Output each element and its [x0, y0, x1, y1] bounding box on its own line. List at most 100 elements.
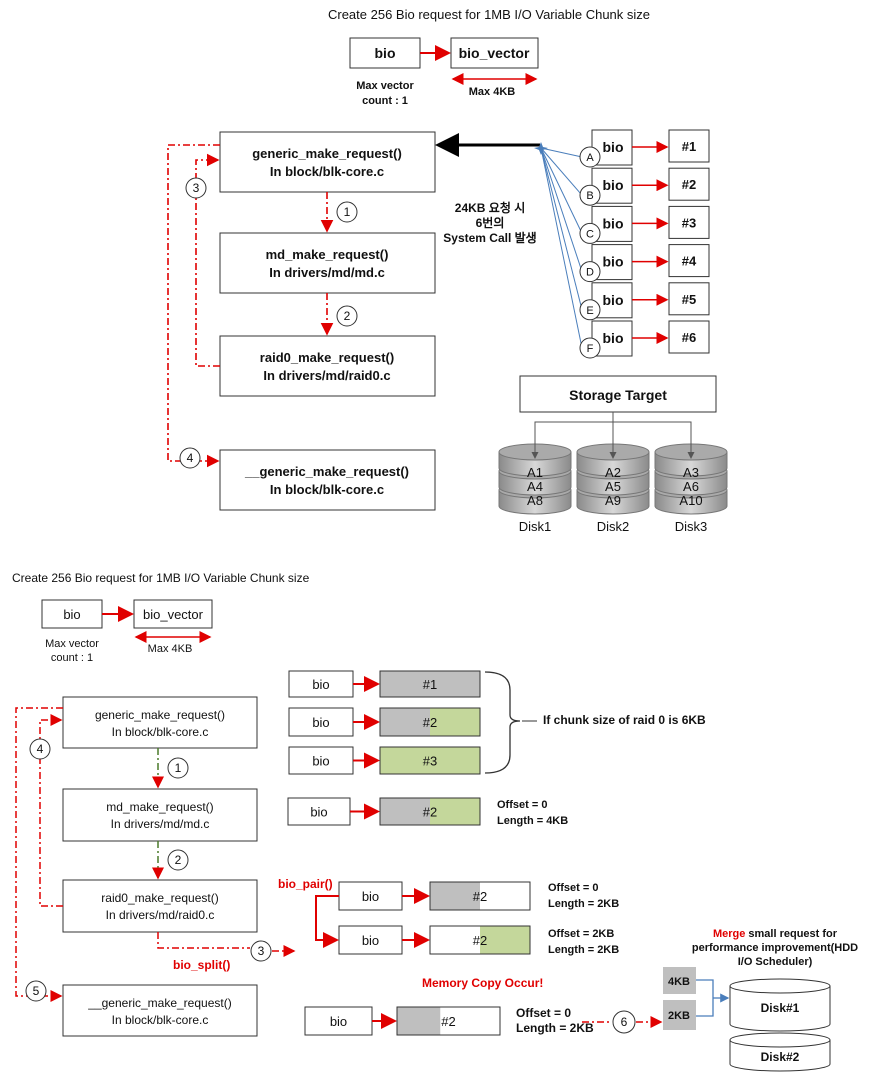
function-boxes: generic_make_request() In block/blk-core…: [62, 696, 258, 1037]
chunk-fill: [397, 1007, 441, 1035]
block-label: A5: [605, 479, 621, 494]
function-name: md_make_request(): [266, 247, 389, 262]
request-list: bio #1 Abio #2 Bbio #3 Cbio #4 Dbio #5 Ebio #6 F: [534, 129, 710, 359]
chunk-fill: [430, 798, 480, 825]
bio-label: bio: [330, 1014, 347, 1029]
svg-text:3: 3: [258, 944, 265, 958]
chunk-label: #2: [423, 715, 437, 730]
link-line: [540, 147, 583, 234]
bio-label: bio: [603, 330, 624, 346]
chunk-label: #2: [473, 933, 487, 948]
request-letter: C: [586, 228, 594, 240]
svg-text:2: 2: [175, 853, 182, 867]
step-markers: 1 2 3 4: [179, 177, 358, 469]
svg-text:4: 4: [187, 451, 194, 465]
diagram: Create 256 Bio request for 1MB I/O Varia…: [12, 7, 858, 1072]
bio-label: bio: [312, 754, 329, 769]
chunk-label: #1: [682, 139, 696, 154]
max-4kb-label: Max 4KB: [469, 86, 516, 98]
memory-copy-note: Memory Copy Occur!: [422, 976, 543, 990]
svg-text:In block/blk-core.c: In block/blk-core.c: [112, 1013, 209, 1027]
chunk-fill: [480, 926, 530, 954]
merge-note: Merge small request for: [713, 928, 838, 940]
bio-label: bio: [312, 677, 329, 692]
bio-label: bio: [603, 254, 624, 270]
svg-text:In drivers/md/raid0.c: In drivers/md/raid0.c: [106, 908, 215, 922]
function-file: In drivers/md/raid0.c: [263, 368, 390, 383]
svg-text:3: 3: [193, 181, 200, 195]
bottom-diagram: Create 256 Bio request for 1MB I/O Varia…: [12, 571, 858, 1072]
svg-text:Disk#1: Disk#1: [761, 1001, 800, 1015]
chunk-label: #2: [441, 1014, 455, 1029]
function-name: generic_make_request(): [252, 146, 402, 161]
max-4kb-label: Max 4KB: [148, 643, 193, 655]
svg-text:In drivers/md/md.c: In drivers/md/md.c: [111, 817, 210, 831]
request-letter: D: [586, 267, 594, 279]
max-vector-label: Max vector: [45, 638, 99, 650]
function-name: __generic_make_request(): [244, 464, 409, 479]
bio-label: bio: [603, 177, 624, 193]
svg-text:1: 1: [344, 205, 351, 219]
function-file: In block/blk-core.c: [270, 164, 384, 179]
svg-text:4: 4: [37, 742, 44, 756]
bio-label: bio: [362, 933, 379, 948]
bio-label: bio: [310, 805, 327, 820]
bottom-title: Create 256 Bio request for 1MB I/O Varia…: [12, 571, 310, 585]
request-letter: A: [586, 152, 594, 164]
svg-text:4KB: 4KB: [668, 976, 690, 988]
svg-text:__generic_make_request(): __generic_make_request(): [87, 996, 231, 1010]
length-text: Length = 2KB: [548, 944, 619, 956]
syscall-note: 6번의: [476, 215, 505, 230]
chunk-label: #2: [473, 889, 487, 904]
svg-text:md_make_request(): md_make_request(): [106, 800, 213, 814]
block-label: A10: [679, 493, 702, 508]
block-label: A8: [527, 493, 543, 508]
syscall-note: System Call 발생: [443, 230, 536, 245]
request-letter: F: [587, 343, 594, 355]
block-label: A3: [683, 465, 699, 480]
chunk-note: If chunk size of raid 0 is 6KB: [543, 713, 706, 727]
offset-text: Offset = 0: [516, 1006, 571, 1020]
bio-label: bio: [63, 607, 80, 622]
length-text: Length = 2KB: [516, 1021, 594, 1035]
bio-label: bio: [375, 45, 396, 61]
block-label: A4: [527, 479, 543, 494]
svg-text:raid0_make_request(): raid0_make_request(): [101, 891, 218, 905]
chunk-label: #5: [682, 292, 696, 307]
offset-text: Offset = 2KB: [548, 928, 614, 940]
max-vector-count: count : 1: [362, 95, 408, 107]
bio-label: bio: [362, 889, 379, 904]
request-letter: E: [586, 305, 593, 317]
disk-label: Disk1: [519, 519, 552, 534]
bio-pair-label: bio_pair(): [278, 877, 333, 891]
chunk-label: #3: [423, 754, 437, 769]
svg-text:Disk#2: Disk#2: [761, 1050, 800, 1064]
bio-label: bio: [603, 292, 624, 308]
chunk-label: #1: [423, 677, 437, 692]
svg-text:5: 5: [33, 984, 40, 998]
top-diagram: Create 256 Bio request for 1MB I/O Varia…: [167, 7, 728, 534]
chunk-fill: [430, 708, 480, 736]
disk-2: Disk#2: [729, 1032, 831, 1072]
chunk-label: #4: [682, 254, 697, 269]
bio-label: bio: [312, 715, 329, 730]
bio-label: bio: [603, 139, 624, 155]
block-label: A2: [605, 465, 621, 480]
bio-vector-label: bio_vector: [459, 45, 530, 61]
merge-note: performance improvement(HDD: [692, 942, 858, 954]
block-label: A6: [683, 479, 699, 494]
chunk-label: #2: [423, 805, 437, 820]
storage-target-label: Storage Target: [569, 387, 667, 403]
bio-label: bio: [603, 215, 624, 231]
chunk-label: #2: [682, 177, 696, 192]
disk-1: Disk#1: [729, 978, 831, 1032]
svg-text:In block/blk-core.c: In block/blk-core.c: [112, 725, 209, 739]
disk-label: Disk2: [597, 519, 630, 534]
top-title: Create 256 Bio request for 1MB I/O Varia…: [328, 7, 650, 22]
svg-text:generic_make_request(): generic_make_request(): [95, 708, 225, 722]
offset-text: Offset = 0: [548, 882, 598, 894]
length-text: Length = 4KB: [497, 815, 568, 827]
bio-split-label: bio_split(): [173, 958, 230, 972]
brace: [484, 671, 521, 774]
function-boxes: generic_make_request() In block/blk-core…: [219, 131, 436, 511]
